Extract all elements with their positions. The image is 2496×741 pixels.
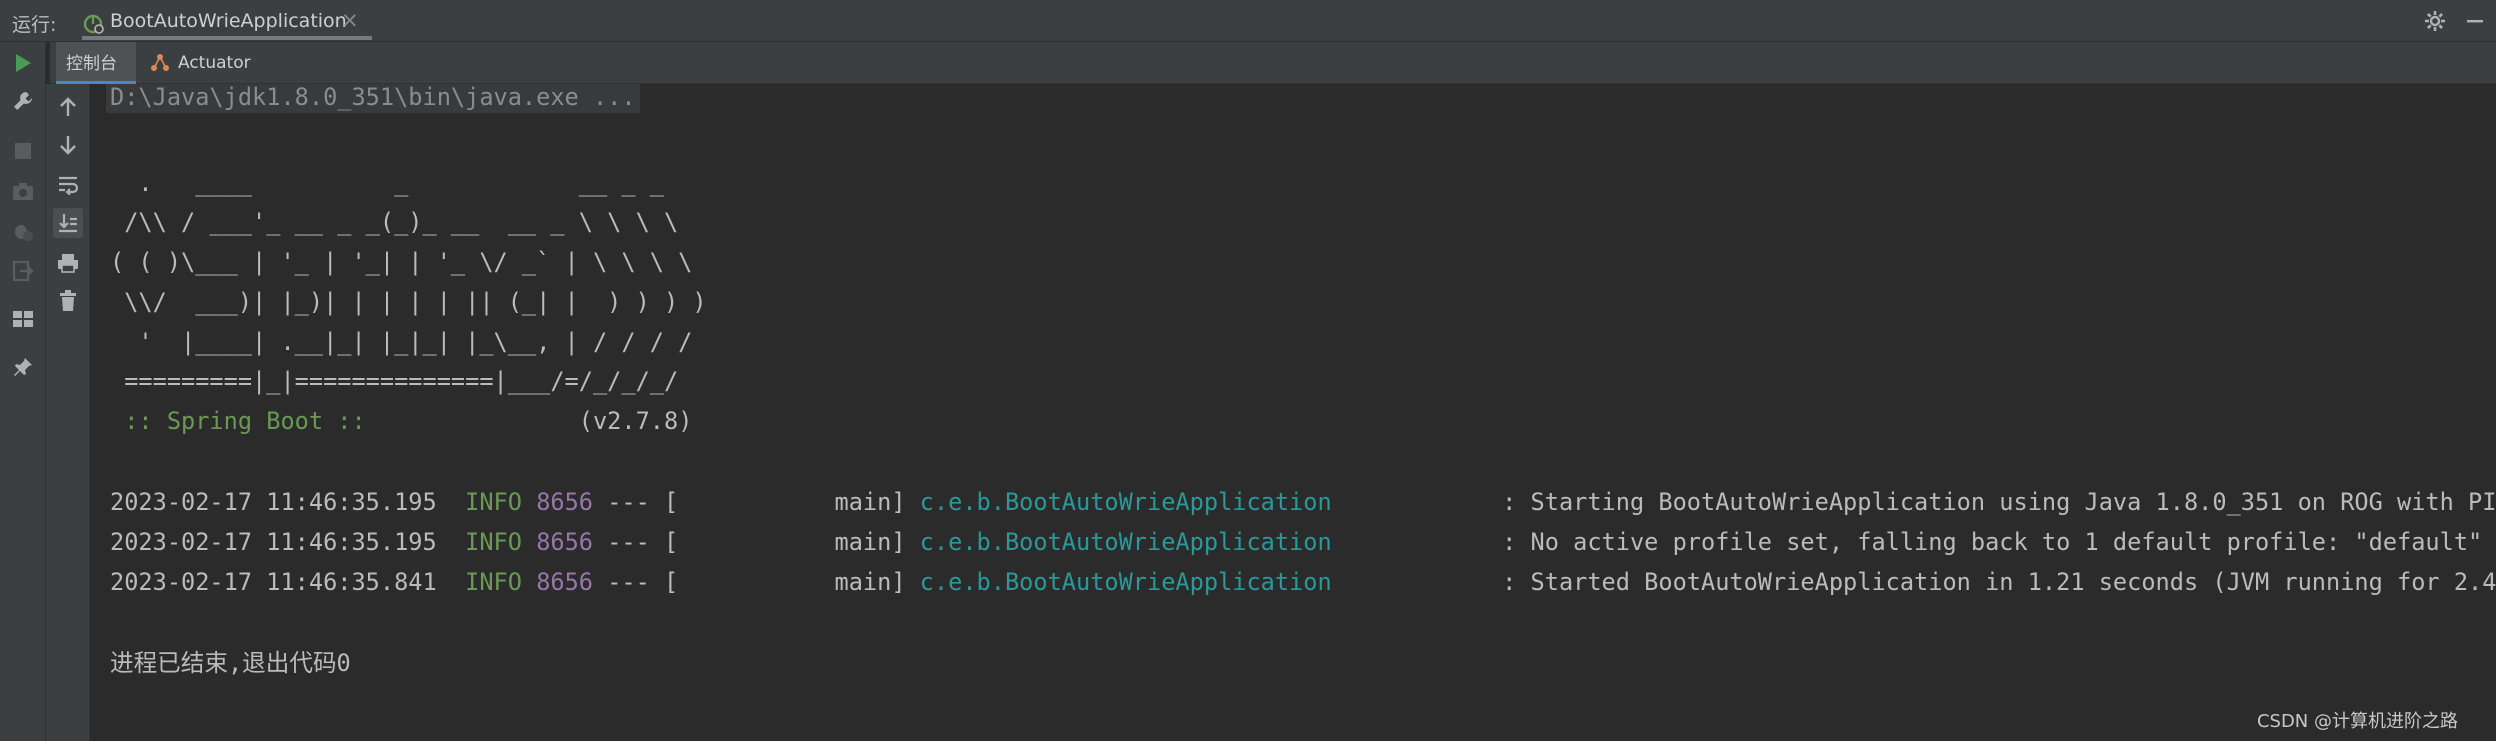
wrench-icon bbox=[14, 92, 32, 110]
run-config-tab[interactable]: BootAutoWrieApplication × bbox=[82, 4, 372, 40]
banner-line: /\\ / ___'_ __ _ _(_)_ __ __ _ \ \ \ \ bbox=[110, 208, 679, 236]
exit-message: 进程已结束,退出代码0 bbox=[110, 649, 351, 677]
pin-icon bbox=[14, 358, 32, 376]
run-actions-toolbar bbox=[0, 42, 46, 741]
banner-line: . ____ _ __ _ _ bbox=[110, 169, 664, 197]
run-config-tab-label: BootAutoWrieApplication bbox=[110, 10, 347, 32]
log-message: : No active profile set, falling back to… bbox=[1331, 528, 2483, 556]
log-logger[interactable]: c.e.b.BootAutoWrieApplication bbox=[920, 488, 1332, 516]
tab-console[interactable]: 控制台 bbox=[56, 42, 136, 84]
command-line: D:\Java\jdk1.8.0_351\bin\java.exe ... bbox=[106, 84, 640, 117]
log-line: 2023-02-17 11:46:35.841 INFO 8656 --- [ … bbox=[110, 562, 2496, 602]
log-thread: --- [ main] bbox=[593, 488, 920, 516]
log-timestamp: 2023-02-17 11:46:35.195 bbox=[110, 528, 437, 556]
scroll-to-end-icon bbox=[59, 214, 77, 233]
banner-line: ( ( )\___ | '_ | '_| | '_ \/ _` | \ \ \ … bbox=[110, 248, 693, 276]
debug-settings-button[interactable] bbox=[8, 216, 38, 246]
log-thread: --- [ main] bbox=[593, 568, 920, 596]
exit-icon bbox=[12, 260, 34, 282]
arrow-down-icon bbox=[60, 136, 76, 155]
stop-icon bbox=[15, 143, 31, 159]
clear-all-button[interactable] bbox=[53, 286, 83, 316]
log-timestamp: 2023-02-17 11:46:35.195 bbox=[110, 488, 437, 516]
layout-icon bbox=[13, 311, 33, 327]
log-level: INFO bbox=[465, 488, 522, 516]
scroll-down-button[interactable] bbox=[53, 130, 83, 160]
camera-icon bbox=[13, 183, 33, 200]
gear-icon[interactable] bbox=[2422, 8, 2448, 34]
log-pid: 8656 bbox=[536, 528, 594, 556]
layout-button[interactable] bbox=[8, 304, 38, 334]
console-actions-toolbar bbox=[46, 84, 90, 741]
scroll-up-button[interactable] bbox=[53, 92, 83, 122]
tab-actuator[interactable]: Actuator bbox=[150, 42, 251, 84]
log-message: : Started BootAutoWrieApplication in 1.2… bbox=[1331, 568, 2496, 596]
csdn-watermark: CSDN @计算机进阶之路 bbox=[2256, 711, 2458, 732]
play-icon bbox=[16, 54, 31, 72]
print-button[interactable] bbox=[53, 248, 83, 278]
modify-config-button[interactable] bbox=[8, 86, 38, 116]
banner-line: \\/ ___)| |_)| | | | | || (_| | ) ) ) ) bbox=[110, 288, 707, 316]
soft-wrap-button[interactable] bbox=[53, 170, 83, 200]
pin-button[interactable] bbox=[8, 352, 38, 382]
exit-button[interactable] bbox=[8, 256, 38, 286]
spring-boot-version: (v2.7.8) bbox=[365, 407, 693, 435]
spring-boot-version-line: :: Spring Boot :: (v2.7.8) bbox=[110, 401, 692, 441]
log-line: 2023-02-17 11:46:35.195 INFO 8656 --- [ … bbox=[110, 482, 2496, 522]
log-level: INFO bbox=[465, 528, 522, 556]
tab-actuator-label: Actuator bbox=[178, 53, 251, 73]
bug-gear-icon bbox=[15, 225, 33, 241]
soft-wrap-icon bbox=[59, 176, 79, 195]
spring-boot-label: :: Spring Boot :: bbox=[110, 407, 366, 435]
stop-button[interactable] bbox=[8, 136, 38, 166]
log-line: 2023-02-17 11:46:35.195 INFO 8656 --- [ … bbox=[110, 522, 2482, 562]
log-level: INFO bbox=[465, 568, 522, 596]
dump-threads-button[interactable] bbox=[8, 176, 38, 206]
log-message: : Starting BootAutoWrieApplication using… bbox=[1331, 488, 2496, 516]
console-tabs-bar: 控制台 Actuator bbox=[50, 42, 2496, 84]
printer-icon bbox=[58, 254, 78, 273]
banner-line: =========|_|==============|___/=/_/_/_/ bbox=[110, 367, 679, 395]
log-pid: 8656 bbox=[536, 568, 594, 596]
tab-console-label: 控制台 bbox=[66, 54, 117, 74]
log-timestamp: 2023-02-17 11:46:35.841 bbox=[110, 568, 437, 596]
minimize-icon[interactable] bbox=[2462, 8, 2488, 34]
console-output[interactable]: D:\Java\jdk1.8.0_351\bin\java.exe ... . … bbox=[92, 84, 2496, 741]
banner-line: ' |____| .__|_| |_|_| |_\__, | / / / / bbox=[110, 328, 693, 356]
close-tab-icon[interactable]: × bbox=[341, 8, 359, 32]
run-toolbar: 运行: BootAutoWrieApplication × bbox=[0, 0, 2496, 42]
log-logger[interactable]: c.e.b.BootAutoWrieApplication bbox=[920, 568, 1332, 596]
log-thread: --- [ main] bbox=[593, 528, 920, 556]
log-pid: 8656 bbox=[536, 488, 594, 516]
actuator-icon bbox=[151, 54, 169, 71]
log-logger[interactable]: c.e.b.BootAutoWrieApplication bbox=[920, 528, 1332, 556]
java-command: D:\Java\jdk1.8.0_351\bin\java.exe ... bbox=[106, 84, 640, 113]
spring-boot-icon bbox=[83, 14, 104, 34]
scroll-to-end-button[interactable] bbox=[53, 208, 83, 238]
trash-icon bbox=[60, 290, 76, 311]
rerun-button[interactable] bbox=[8, 48, 38, 78]
run-label: 运行: bbox=[12, 14, 57, 36]
arrow-up-icon bbox=[60, 97, 76, 116]
